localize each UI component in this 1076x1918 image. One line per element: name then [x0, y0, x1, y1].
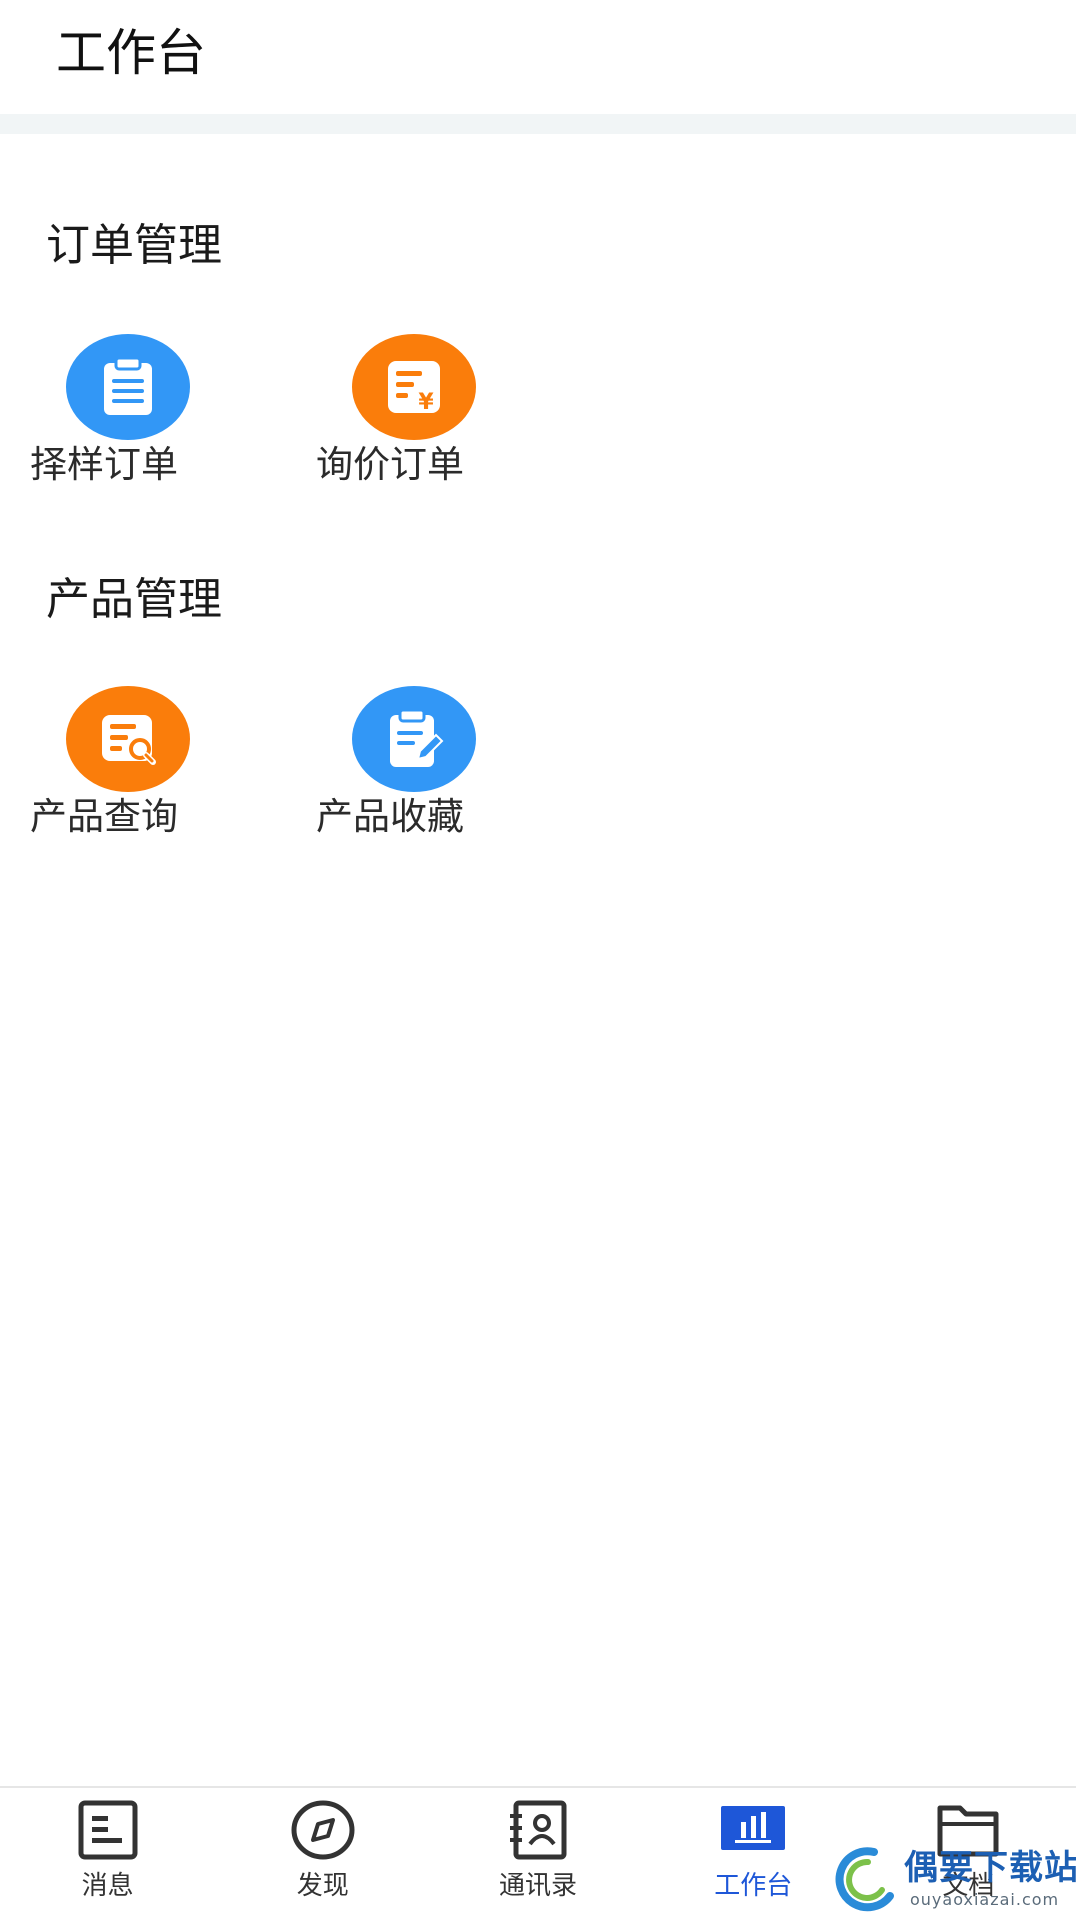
tile-label: 产品查询	[30, 795, 178, 838]
tab-label: 工作台	[714, 1871, 793, 1901]
tile-label: 择样订单	[30, 443, 178, 486]
clipboard-list-icon	[66, 334, 190, 440]
tile-label: 询价订单	[316, 443, 464, 486]
tab-label: 通讯录	[499, 1871, 578, 1901]
svg-text:¥: ¥	[418, 390, 434, 415]
message-list-icon	[78, 1800, 138, 1860]
tab-discover[interactable]: 发现	[215, 1788, 430, 1918]
tab-label: 发现	[296, 1871, 349, 1901]
section-title-order-management: 订单管理	[46, 220, 222, 271]
page-title: 工作台	[56, 24, 206, 82]
tile-label: 产品收藏	[316, 795, 464, 838]
tile-inquiry-order[interactable]: ¥ 询价订单	[316, 334, 526, 494]
tab-messages[interactable]: 消息	[0, 1788, 215, 1918]
watermark-logo-icon	[835, 1847, 894, 1912]
contacts-book-icon	[510, 1800, 567, 1860]
watermark-url: ouyaoxiazai.com	[910, 1890, 1060, 1909]
price-list-icon: ¥	[352, 334, 476, 440]
compass-icon	[291, 1800, 355, 1860]
tab-label: 消息	[81, 1871, 134, 1901]
watermark-text: 偶要下载站	[904, 1848, 1076, 1888]
tab-contacts[interactable]: 通讯录	[430, 1788, 645, 1918]
workbench-chart-icon	[721, 1806, 786, 1850]
document-search-icon	[66, 686, 190, 792]
tile-product-favorites[interactable]: 产品收藏	[316, 686, 526, 846]
watermark: 偶要下载站 ouyaoxiazai.com	[834, 1846, 1076, 1916]
tile-sample-order[interactable]: 择样订单	[30, 334, 240, 494]
header-divider	[0, 114, 1076, 134]
section-title-product-management: 产品管理	[46, 574, 222, 625]
top-bar: 工作台	[0, 0, 1076, 114]
tile-product-search[interactable]: 产品查询	[30, 686, 240, 846]
clipboard-edit-icon	[352, 686, 476, 792]
tab-workbench[interactable]: 工作台	[646, 1788, 861, 1918]
